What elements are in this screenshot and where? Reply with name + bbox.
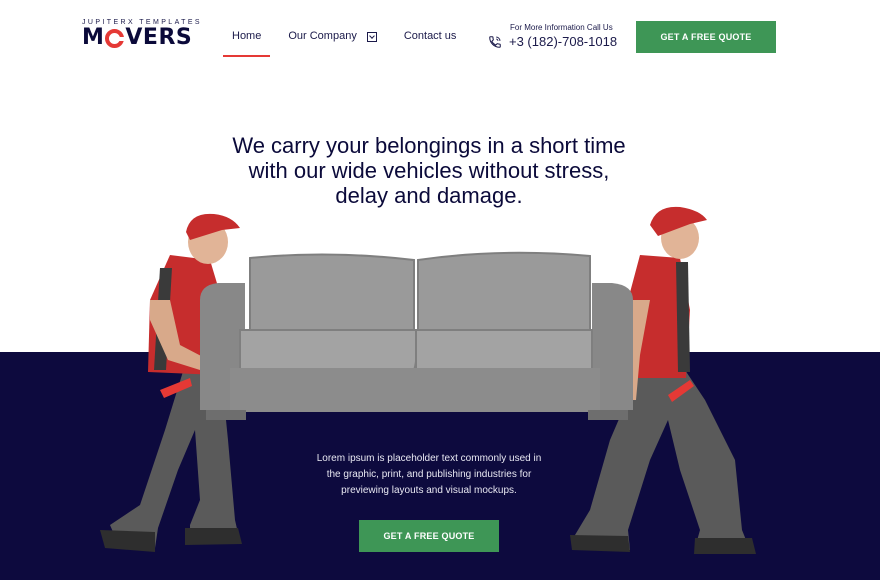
hero-body-line: Lorem ipsum is placeholder text commonly… bbox=[316, 453, 542, 464]
hero-quote-button-label: GET A FREE QUOTE bbox=[383, 531, 475, 541]
sofa-figure bbox=[200, 251, 633, 420]
hero-quote-button[interactable]: GET A FREE QUOTE bbox=[359, 520, 499, 552]
hero-body-line: previewing layouts and visual mockups. bbox=[341, 485, 517, 496]
hero-body-text: Lorem ipsum is placeholder text commonly… bbox=[304, 451, 554, 499]
hero-body-line: the graphic, print, and publishing indus… bbox=[326, 469, 532, 480]
